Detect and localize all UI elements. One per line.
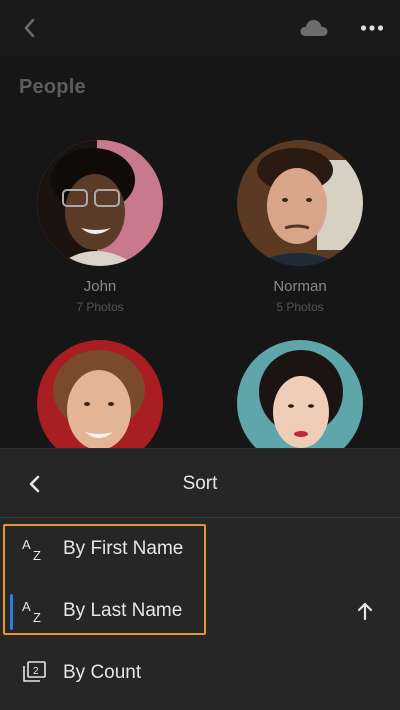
sort-option-label: By Count [63, 662, 142, 683]
sort-alpha-icon: A Z [22, 599, 41, 624]
more-options-button[interactable] [354, 12, 390, 44]
count-stack-icon: 2 [23, 661, 46, 682]
sort-sheet: Sort A Z By First Name A Z By Last Name [0, 448, 400, 710]
svg-text:A: A [22, 537, 31, 552]
sort-alpha-icon: A Z [22, 537, 41, 562]
sort-option-label: By First Name [63, 538, 184, 559]
person-photo-count: 7 Photos [76, 300, 124, 314]
chevron-left-icon [24, 18, 35, 38]
page-title: People [19, 76, 86, 98]
avatar [237, 140, 363, 266]
person-card-norman[interactable]: Norman 5 Photos [220, 140, 380, 314]
sort-direction-button[interactable] [352, 597, 378, 625]
sort-option-last-name[interactable]: A Z By Last Name [0, 580, 400, 642]
sort-sheet-header: Sort [0, 449, 400, 518]
cloud-icon [300, 19, 328, 36]
svg-text:A: A [22, 599, 31, 614]
person-name: Norman [273, 278, 327, 295]
back-button[interactable] [14, 12, 46, 44]
sort-sheet-title: Sort [182, 473, 218, 494]
person-name: John [83, 278, 117, 295]
more-horizontal-icon [360, 25, 384, 31]
person-card-john[interactable]: John 7 Photos [20, 140, 180, 314]
people-screen: People John 7 Photos Norman 5 Photos Sor… [0, 0, 400, 710]
avatar [37, 140, 163, 266]
cloud-sync-button[interactable] [296, 12, 332, 44]
svg-text:2: 2 [33, 666, 39, 677]
svg-text:Z: Z [33, 548, 41, 562]
person-photo-count: 5 Photos [276, 300, 324, 314]
selected-indicator [10, 594, 13, 630]
top-bar [0, 0, 400, 56]
sort-option-label: By Last Name [63, 600, 183, 621]
svg-text:Z: Z [33, 610, 41, 624]
sort-option-count[interactable]: 2 By Count [0, 642, 400, 704]
sort-option-first-name[interactable]: A Z By First Name [0, 518, 400, 580]
arrow-up-icon [357, 602, 373, 621]
